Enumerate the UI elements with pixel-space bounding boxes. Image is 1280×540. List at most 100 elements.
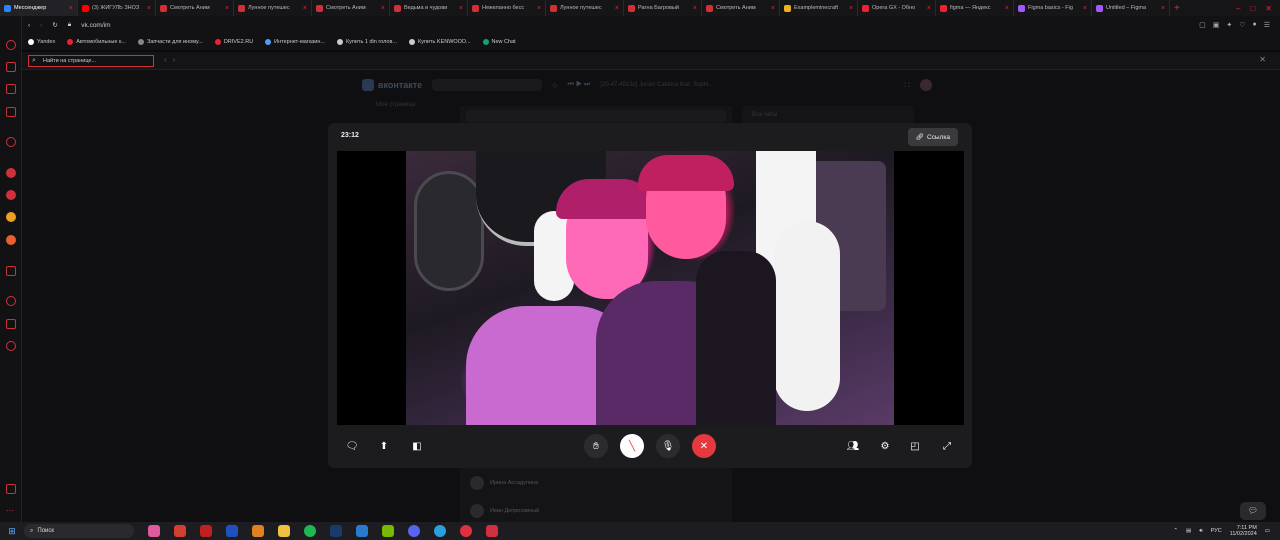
close-tab-icon[interactable]: × [1005,5,1009,12]
new-tab-button[interactable]: + [1174,3,1180,14]
gx-control-icon[interactable] [6,40,16,50]
history-icon[interactable] [6,296,16,306]
browser-tab[interactable]: Смотреть Аним × [156,0,234,16]
instagram-app-icon[interactable] [6,168,16,178]
more-icon[interactable]: ⋯ [6,506,14,515]
browser-tab[interactable]: Смотреть Аним × [312,0,390,16]
address-text[interactable]: vk.com/im [81,22,110,29]
hang-up-button[interactable]: ✕ [692,434,716,458]
music-app-icon[interactable] [6,235,16,245]
app-icon[interactable] [252,525,264,537]
close-icon[interactable]: ✕ [1265,4,1272,13]
snapshot-icon[interactable]: ▢ [1199,21,1206,29]
windows-start-icon[interactable]: ⊞ [0,526,24,537]
minimize-icon[interactable]: – [1236,4,1240,13]
taskbar-search[interactable]: ⌕ Поиск [24,524,134,538]
profile-icon[interactable]: ● [1252,21,1256,29]
apps-icon[interactable]: ∷ [904,80,910,91]
close-tab-icon[interactable]: × [693,5,697,12]
browser-tab[interactable]: Лунное путешес × [546,0,624,16]
box-icon[interactable] [6,319,16,329]
bookmark-item[interactable]: Интернет-магазин... [265,39,325,45]
opera-gx-icon[interactable] [460,525,472,537]
avatar[interactable] [920,79,932,91]
close-tab-icon[interactable]: × [69,5,73,12]
bookmark-item[interactable]: Автомобильные к... [67,39,126,45]
call-settings-button[interactable]: ⚙︎ [873,434,897,458]
settings-icon[interactable] [6,341,16,351]
shopping-icon[interactable] [6,62,16,72]
close-tab-icon[interactable]: × [615,5,619,12]
spotify-icon[interactable] [304,525,316,537]
browser-tab[interactable]: Untitled – Figma × [1092,0,1170,16]
volume-icon[interactable]: 🔊︎ [1199,528,1202,535]
bookmark-item[interactable]: DRIVE2.RU [214,39,253,45]
copy-link-button[interactable]: 🔗︎ Ссылка [907,128,958,146]
browser-tab[interactable]: (3) ЖИГУЛЬ ЗНОЗ × [78,0,156,16]
find-nav-icons[interactable]: ‹› [164,55,181,64]
bookmark-item[interactable]: Купить KENWOOD... [408,39,471,45]
vk-chat-search[interactable] [466,110,726,122]
browser-tab[interactable]: Лунное путешес × [234,0,312,16]
telegram-icon[interactable] [434,525,446,537]
bookmark-icon[interactable]: ♡ [1239,21,1245,29]
copilot-icon[interactable] [148,525,160,537]
close-tab-icon[interactable]: × [381,5,385,12]
now-playing[interactable]: [20-47-4813c] Junior Caldera feat. Sophi… [600,82,713,88]
player-icon[interactable] [6,484,16,494]
raise-hand-button[interactable]: ✋︎ [584,434,608,458]
close-tab-icon[interactable]: × [1083,5,1087,12]
camera-toggle-button[interactable]: ╲ [620,434,644,458]
reload-icon[interactable]: ↻ [52,21,57,29]
close-tab-icon[interactable]: × [225,5,229,12]
extensions-icon[interactable]: ✦ [1226,21,1232,29]
browser-tab[interactable]: Еxampleminecraft × [780,0,858,16]
list-item[interactable]: Иван Депресивный [470,504,539,518]
browser-tab[interactable]: Мессенджер × [0,0,78,16]
video-stream[interactable] [337,151,964,425]
microphone-button[interactable]: 🎙︎ [656,434,680,458]
yandex-icon[interactable] [6,190,16,200]
close-icon[interactable]: ✕ [1259,55,1266,64]
bookmark-item[interactable]: Купить 1 din голов... [336,39,397,45]
steam-icon[interactable] [330,525,342,537]
player-controls-icon[interactable]: ⏮ ▶ ⏭ [568,81,591,89]
browser-tab[interactable]: figma — Яндекс × [936,0,1014,16]
forward-icon[interactable]: › [40,22,42,29]
bookmark-item[interactable]: Yandex [28,39,55,45]
camera-icon[interactable]: ▣ [1213,21,1220,29]
browser-tab[interactable]: Figma basics - Fig × [1014,0,1092,16]
browser-tab[interactable]: Рагна Багровый × [624,0,702,16]
maximize-icon[interactable]: □ [1250,4,1255,13]
vk-logo-icon[interactable] [362,79,374,91]
close-tab-icon[interactable]: × [459,5,463,12]
app-icon[interactable] [226,525,238,537]
bookmark-item[interactable]: Запчасти для иному... [137,39,203,45]
close-tab-icon[interactable]: × [771,5,775,12]
aria-icon[interactable] [6,137,16,147]
vscode-icon[interactable] [356,525,368,537]
clock[interactable]: 7:11 PM 11/02/2024 [1230,525,1257,537]
share-screen-button[interactable]: ⬆︎ [372,434,396,458]
browser-tab[interactable]: Нежеланно бесс × [468,0,546,16]
participants-button[interactable]: 👥︎ [841,434,865,458]
chevron-up-icon[interactable]: ⌃ [1173,528,1178,534]
screenshare-alt-button[interactable]: ◧ [405,434,429,458]
back-icon[interactable]: ‹ [28,22,30,29]
close-tab-icon[interactable]: × [1161,5,1165,12]
notifications-icon[interactable]: ▭ [1265,528,1270,534]
instagram-icon[interactable] [6,107,16,117]
explorer-icon[interactable] [278,525,290,537]
app-icon[interactable] [486,525,498,537]
close-tab-icon[interactable]: × [537,5,541,12]
chat-bubble-button[interactable]: 💬︎ [1240,502,1266,520]
app-icon[interactable] [200,525,212,537]
browser-tab[interactable]: Ведьма и чудови × [390,0,468,16]
layout-button[interactable]: ◰ [903,434,927,458]
chat-button[interactable]: 🗨︎ [340,434,364,458]
app-icon[interactable] [174,525,186,537]
discord-icon[interactable] [408,525,420,537]
nvidia-icon[interactable] [382,525,394,537]
network-icon[interactable]: ▤ [1186,528,1191,534]
browser-tab[interactable]: Смотреть Аним × [702,0,780,16]
